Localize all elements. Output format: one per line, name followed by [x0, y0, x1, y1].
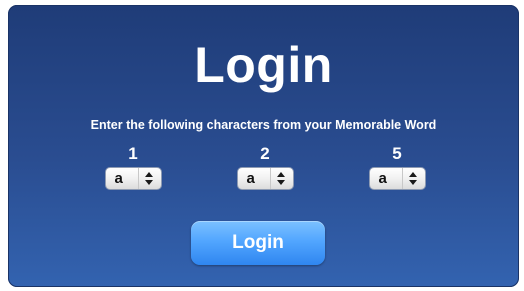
character-position-2: 2 a	[235, 145, 295, 195]
character-select-2[interactable]: a	[236, 167, 294, 190]
select-value: a	[378, 170, 387, 187]
instructions-text: Enter the following characters from your…	[90, 118, 437, 132]
position-number: 1	[128, 144, 138, 163]
page-title: Login	[194, 37, 333, 93]
position-number: 2	[260, 144, 270, 163]
up-down-chevrons-icon	[401, 168, 425, 189]
character-position-1: 1 a	[103, 145, 163, 195]
up-down-chevrons-icon	[137, 168, 161, 189]
character-select-5[interactable]: a	[368, 167, 426, 190]
up-down-chevrons-icon	[269, 168, 293, 189]
select-value: a	[114, 170, 123, 187]
login-panel: Login Enter the following characters fro…	[8, 5, 519, 287]
position-number: 5	[392, 144, 402, 163]
character-position-5: 5 a	[367, 145, 427, 195]
character-select-1[interactable]: a	[104, 167, 162, 190]
login-button[interactable]: Login	[191, 221, 325, 265]
select-value: a	[246, 170, 255, 187]
